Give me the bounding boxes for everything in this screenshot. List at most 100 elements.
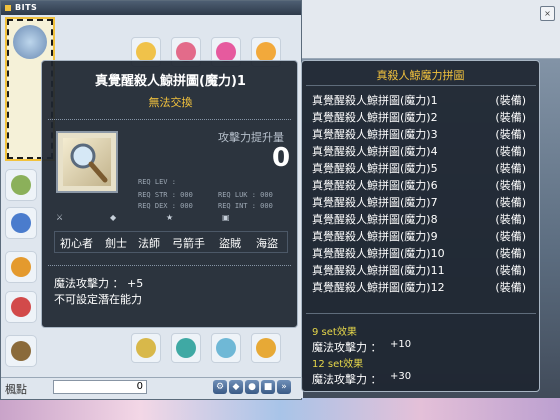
set-tooltip: 真殺人鯨魔力拼圖 真覺醒殺人鯨拼圖(魔力)1 (裝備) 真覺醒殺人鯨拼圖(魔力)… — [301, 60, 540, 392]
set-item-row: 真覺醒殺人鯨拼圖(魔力)3 (裝備) — [312, 127, 532, 142]
magnifier-icon — [63, 138, 111, 186]
set-item-state: (裝備) — [495, 128, 526, 141]
set-item-name: 真覺醒殺人鯨拼圖(魔力)11 — [312, 264, 445, 277]
set-item-state: (裝備) — [495, 213, 526, 226]
set-title: 真殺人鯨魔力拼圖 — [376, 69, 465, 82]
req-dex: REQ DEX : 000 — [138, 202, 193, 210]
item-icon — [176, 42, 196, 62]
set-item-state: (裝備) — [495, 281, 526, 294]
set-effect-header-9: 9 set效果 — [312, 327, 357, 338]
item-icon — [11, 257, 31, 277]
magnifier-svg — [70, 143, 108, 183]
set-item-name: 真覺醒殺人鯨拼圖(魔力)5 — [312, 162, 438, 175]
inventory-slot[interactable] — [211, 333, 241, 363]
set-item-name: 真覺醒殺人鯨拼圖(魔力)4 — [312, 145, 438, 158]
item-icon — [176, 338, 196, 358]
item-icon-frame — [56, 131, 118, 193]
close-icon[interactable]: × — [540, 6, 555, 21]
item-icon — [136, 338, 156, 358]
class-warrior: 劍士 — [105, 237, 127, 250]
set-item-name: 真覺醒殺人鯨拼圖(魔力)12 — [312, 281, 445, 294]
meso-value-field: 0 — [53, 380, 147, 394]
set-item-state: (裝備) — [495, 94, 526, 107]
inventory-title: BITS — [15, 3, 38, 12]
star-icon: ★ — [166, 213, 174, 222]
divider — [48, 265, 291, 266]
set-item-state: (裝備) — [495, 264, 526, 277]
set-item-state: (裝備) — [495, 196, 526, 209]
set-item-name: 真覺醒殺人鯨拼圖(魔力)9 — [312, 230, 438, 243]
set-effect-stat-12: 魔法攻擊力 ： +30 — [312, 371, 411, 387]
item-tooltip: 真覺醒殺人鯨拼圖(魔力)1 無法交換 攻擊力提升量 0 REQ LEV : RE… — [41, 60, 298, 328]
item-icon — [11, 213, 31, 233]
item-title: 真覺醒殺人鯨拼圖(魔力)1 — [95, 74, 246, 89]
set-item-state: (裝備) — [495, 162, 526, 175]
side-slot[interactable] — [5, 251, 37, 283]
class-beginner: 初心者 — [60, 237, 93, 250]
set-item-name: 真覺醒殺人鯨拼圖(魔力)1 — [312, 94, 438, 107]
class-bowman: 弓箭手 — [172, 237, 205, 250]
set-item-row: 真覺醒殺人鯨拼圖(魔力)2 (裝備) — [312, 110, 532, 125]
set-effect-header-12: 12 set效果 — [312, 359, 364, 370]
set-item-row: 真覺醒殺人鯨拼圖(魔力)10 (裝備) — [312, 246, 532, 261]
shield-icon: ◆ — [110, 213, 117, 222]
item-icon — [11, 341, 31, 361]
side-slot[interactable] — [5, 207, 37, 239]
class-pirate: 海盜 — [256, 237, 278, 250]
shield-icon[interactable]: ◆ — [229, 380, 243, 394]
set-item-state: (裝備) — [495, 179, 526, 192]
req-int: REQ INT : 000 — [218, 202, 273, 210]
background-window: × — [302, 0, 560, 59]
set-item-row: 真覺醒殺人鯨拼圖(魔力)1 (裝備) — [312, 93, 532, 108]
set-item-state: (裝備) — [495, 111, 526, 124]
set-item-name: 真覺醒殺人鯨拼圖(魔力)3 — [312, 128, 438, 141]
square-icon[interactable]: ■ — [261, 380, 275, 394]
item-icon — [136, 42, 156, 62]
item-icon — [256, 42, 276, 62]
magic-attack-stat: 魔法攻擊力 ： +5 — [54, 277, 144, 290]
set-item-row: 真覺醒殺人鯨拼圖(魔力)11 (裝備) — [312, 263, 532, 278]
set-item-name: 真覺醒殺人鯨拼圖(魔力)7 — [312, 196, 438, 209]
fast-forward-icon[interactable]: » — [277, 380, 291, 394]
req-str: REQ STR : 000 — [138, 191, 193, 199]
meso-bar: 楓點 0 ⚙ ◆ ● ■ » — [1, 377, 303, 398]
set-effect-label: 魔法攻擊力 ： — [312, 373, 382, 386]
inventory-slot[interactable] — [131, 333, 161, 363]
potential-status: 不可設定潛在能力 — [54, 293, 142, 306]
class-thief: 盜賊 — [219, 237, 241, 250]
search-icon[interactable]: ● — [245, 380, 259, 394]
sword-icon: ⚔ — [56, 213, 64, 222]
set-item-row: 真覺醒殺人鯨拼圖(魔力)6 (裝備) — [312, 178, 532, 193]
side-slot[interactable] — [5, 169, 37, 201]
set-effect-value: +10 — [390, 339, 412, 350]
item-flags-row: ⚔ ◆ ★ ▣ — [54, 213, 286, 225]
side-slot[interactable] — [5, 335, 37, 367]
inventory-slot[interactable] — [171, 333, 201, 363]
set-item-row: 真覺醒殺人鯨拼圖(魔力)7 (裝備) — [312, 195, 532, 210]
set-effect-value: +30 — [390, 371, 412, 382]
item-icon — [11, 175, 31, 195]
inventory-title-bar[interactable]: BITS — [1, 1, 301, 15]
class-requirement-box: 初心者 劍士 法師 弓箭手 盜賊 海盜 — [54, 231, 288, 253]
set-item-name: 真覺醒殺人鯨拼圖(魔力)8 — [312, 213, 438, 226]
inventory-slot[interactable] — [251, 333, 281, 363]
set-item-row: 真覺醒殺人鯨拼圖(魔力)5 (裝備) — [312, 161, 532, 176]
set-effect-label: 魔法攻擊力 ： — [312, 341, 382, 354]
divider — [48, 119, 291, 120]
set-effect-stat-9: 魔法攻擊力 ： +10 — [312, 339, 411, 355]
set-item-state: (裝備) — [495, 230, 526, 243]
gear-icon[interactable]: ⚙ — [213, 380, 227, 394]
set-item-name: 真覺醒殺人鯨拼圖(魔力)10 — [312, 247, 445, 260]
divider — [306, 313, 536, 314]
set-item-row: 真覺醒殺人鯨拼圖(魔力)4 (裝備) — [312, 144, 532, 159]
side-slot[interactable] — [5, 291, 37, 323]
set-item-name: 真覺醒殺人鯨拼圖(魔力)6 — [312, 179, 438, 192]
item-icon — [216, 338, 236, 358]
item-trade-status: 無法交換 — [148, 96, 193, 109]
req-luk: REQ LUK : 000 — [218, 191, 273, 199]
lock-icon: ▣ — [222, 213, 230, 222]
magnifier-icon — [13, 25, 47, 59]
item-icon — [11, 297, 31, 317]
set-item-state: (裝備) — [495, 145, 526, 158]
meso-label: 楓點 — [5, 383, 27, 396]
